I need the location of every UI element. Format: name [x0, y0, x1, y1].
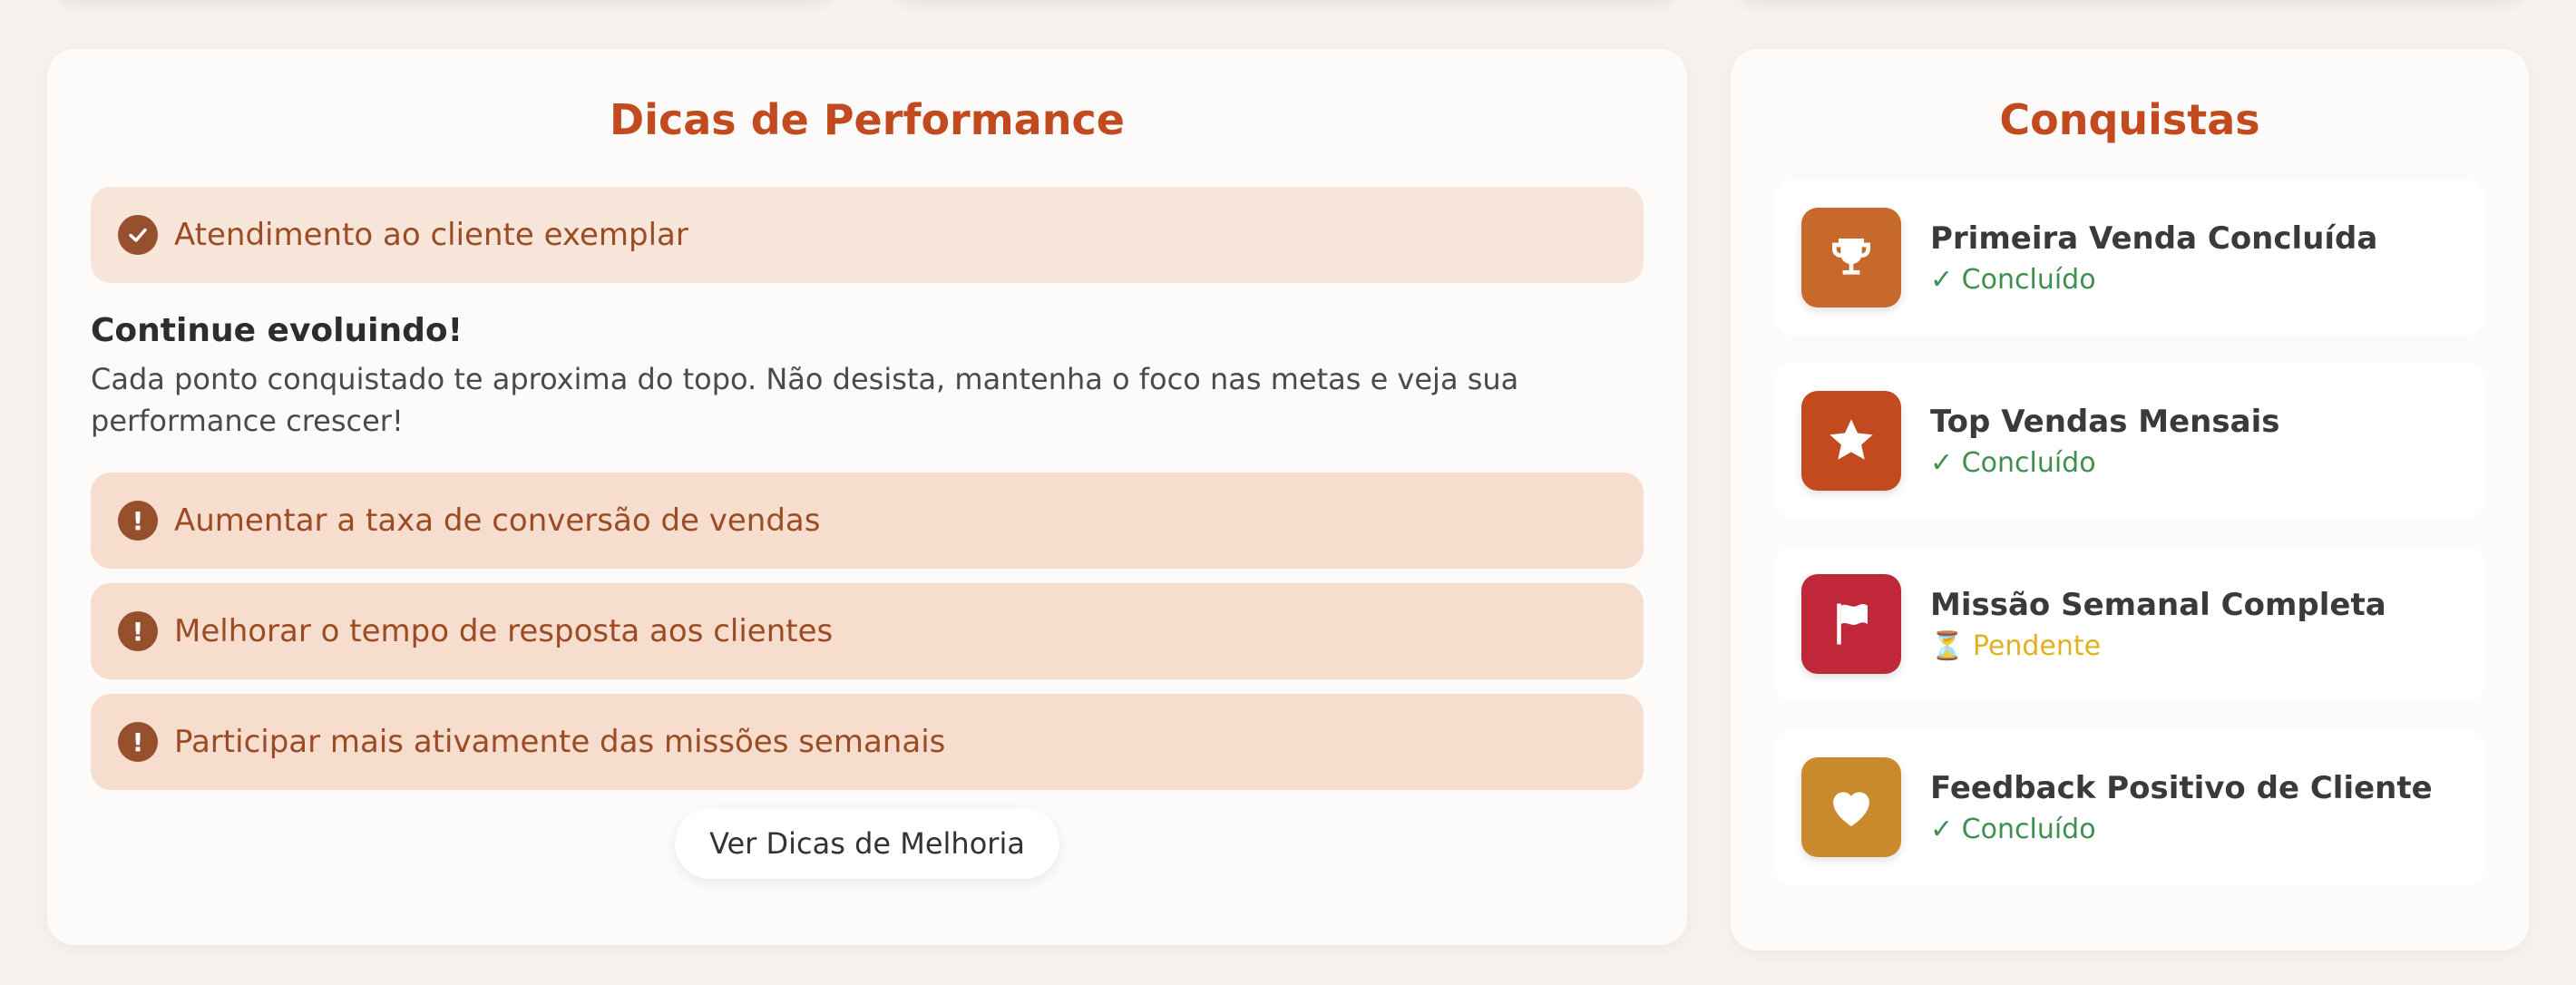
achievement-status: ✓ Concluído: [1930, 446, 2096, 479]
star-icon: [1801, 391, 1901, 491]
achievement-status: ✓ Concluído: [1930, 263, 2096, 296]
achievement-status: ⏳ Pendente: [1930, 629, 2102, 662]
achievement-name: Primeira Venda Concluída: [1930, 219, 2378, 257]
heart-icon: [1801, 757, 1901, 857]
performance-tips-title: Dicas de Performance: [610, 95, 1125, 144]
achievement-item: Feedback Positivo de Cliente ✓ Concluído: [1774, 729, 2485, 885]
improvement-item: ! Aumentar a taxa de conversão de vendas: [91, 473, 1644, 569]
achievements-title: Conquistas: [1999, 95, 2260, 144]
achievement-name: Missão Semanal Completa: [1930, 586, 2386, 623]
strength-label: Atendimento ao cliente exemplar: [174, 217, 688, 253]
flag-icon: [1801, 574, 1901, 674]
motivation-title: Continue evoluindo!: [91, 312, 463, 349]
exclamation-circle-icon: !: [118, 501, 158, 541]
improvement-item: ! Melhorar o tempo de resposta aos clien…: [91, 583, 1644, 679]
improvement-label: Aumentar a taxa de conversão de vendas: [174, 502, 821, 539]
achievement-status: ✓ Concluído: [1930, 813, 2096, 845]
improvement-item: ! Participar mais ativamente das missões…: [91, 694, 1644, 790]
achievement-name: Feedback Positivo de Cliente: [1930, 769, 2433, 806]
achievements-card: Conquistas Primeira Venda Concluída ✓ Co…: [1731, 49, 2529, 951]
achievement-name: Top Vendas Mensais: [1930, 403, 2280, 440]
improvement-label: Melhorar o tempo de resposta aos cliente…: [174, 613, 834, 649]
check-circle-icon: [118, 215, 158, 255]
trophy-icon: [1801, 208, 1901, 307]
achievement-item: Top Vendas Mensais ✓ Concluído: [1774, 363, 2485, 519]
improvement-label: Participar mais ativamente das missões s…: [174, 724, 946, 760]
achievement-item: Primeira Venda Concluída ✓ Concluído: [1774, 180, 2485, 336]
exclamation-circle-icon: !: [118, 611, 158, 651]
achievement-item: Missão Semanal Completa ⏳ Pendente: [1774, 546, 2485, 702]
motivation-text: Cada ponto conquistado te aproxima do to…: [91, 362, 1519, 438]
performance-tips-card: Dicas de Performance Atendimento ao clie…: [47, 49, 1687, 945]
strength-item: Atendimento ao cliente exemplar: [91, 187, 1644, 283]
exclamation-circle-icon: !: [118, 722, 158, 762]
view-improvement-tips-button[interactable]: Ver Dicas de Melhoria: [675, 808, 1059, 879]
